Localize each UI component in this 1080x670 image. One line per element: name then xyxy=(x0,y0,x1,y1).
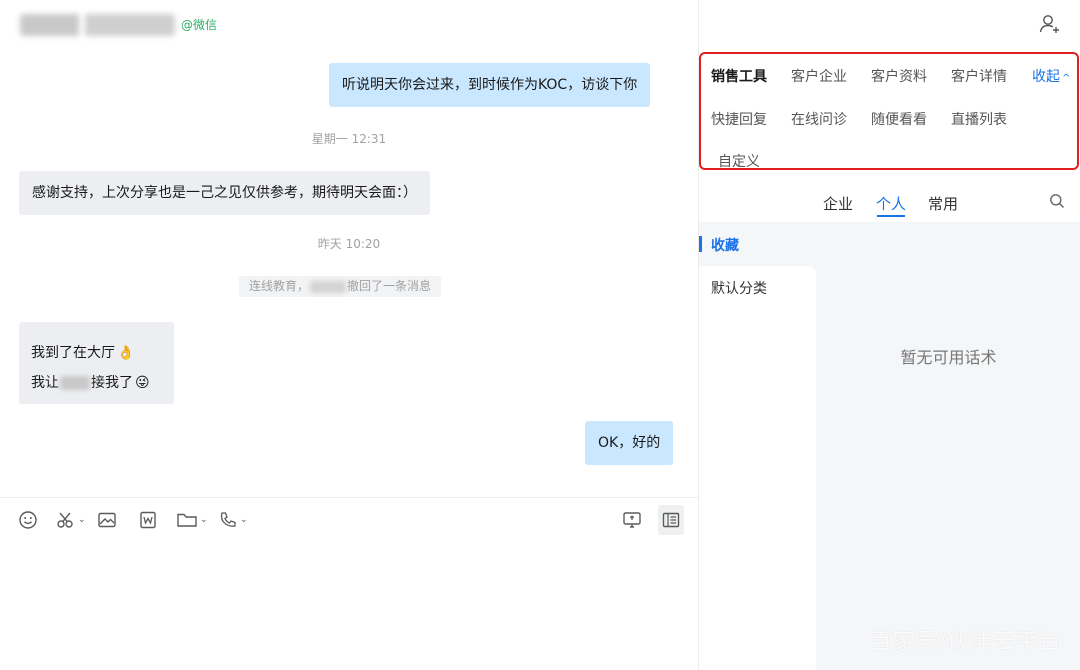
watermark: 百家号/伙伴云平台 xyxy=(869,630,1062,655)
category-list: 收藏 默认分类 xyxy=(699,222,816,670)
emoji-icon[interactable] xyxy=(18,505,38,535)
sales-tools-menu: 销售工具 客户企业 客户资料 客户详情 收起 ^ 快捷回复 在线问诊 随便看看 直… xyxy=(699,52,1079,170)
image-icon[interactable] xyxy=(97,505,117,535)
add-user-icon[interactable] xyxy=(1038,12,1062,40)
winking-tongue-emoji-icon: 😜 xyxy=(135,375,150,391)
tool-custom[interactable]: 自定义 xyxy=(718,151,760,171)
chevron-down-icon: ⌄ xyxy=(240,515,248,525)
message-line: 我到了在大厅 👌 xyxy=(31,338,162,368)
message-text: 听说明天你会过来，到时候作为KOC，访谈下你 xyxy=(342,77,638,93)
category-default-item[interactable]: 默认分类 xyxy=(699,266,816,670)
message-text: 感谢支持，上次分享也是一己之见仅供参考，期待明天会面：） xyxy=(32,185,417,201)
message-text: 接我了 xyxy=(91,375,133,391)
active-category-marker xyxy=(699,236,702,252)
scissors-icon[interactable]: ⌄ xyxy=(56,505,86,535)
message-line: 我让 接我了 😜 xyxy=(31,368,162,398)
tool-online-consult[interactable]: 在线问诊 xyxy=(791,109,847,129)
blurred-name xyxy=(60,376,90,390)
search-icon[interactable] xyxy=(1049,193,1065,213)
input-divider xyxy=(0,497,698,498)
folder-icon[interactable]: ⌄ xyxy=(176,505,208,535)
recall-notice: 连线教育， 撤回了一条消息 xyxy=(239,276,442,297)
message-text: 我到了在大厅 xyxy=(31,345,115,361)
tool-browse[interactable]: 随便看看 xyxy=(871,109,927,129)
timestamp: 昨天 10:20 xyxy=(317,237,381,251)
tool-customer-company[interactable]: 客户企业 xyxy=(791,66,847,86)
script-tabs: 企业 个人 常用 xyxy=(699,180,1080,222)
script-content-area: 暂无可用话术 xyxy=(816,222,1080,670)
tool-live-list[interactable]: 直播列表 xyxy=(951,109,1007,129)
contact-source-tag: @微信 xyxy=(181,18,218,32)
chevron-up-icon: ^ xyxy=(1062,73,1071,84)
chat-header: @微信 xyxy=(0,0,698,50)
tab-personal[interactable]: 个人 xyxy=(876,193,906,214)
tool-customer-profile[interactable]: 客户资料 xyxy=(871,66,927,86)
tool-sales-tools[interactable]: 销售工具 xyxy=(711,66,767,86)
category-default-label: 默认分类 xyxy=(711,281,767,297)
tool-quick-reply[interactable]: 快捷回复 xyxy=(711,109,767,129)
empty-state-text: 暂无可用话术 xyxy=(900,348,997,367)
recall-suffix: 撤回了一条消息 xyxy=(347,279,432,293)
message-text: 我让 xyxy=(31,375,59,391)
incoming-message[interactable]: 我到了在大厅 👌 我让 接我了 😜 xyxy=(19,322,174,404)
tab-enterprise[interactable]: 企业 xyxy=(823,193,853,214)
tab-common[interactable]: 常用 xyxy=(928,193,958,214)
active-tab-indicator xyxy=(877,215,905,217)
collapse-button[interactable]: 收起 ^ xyxy=(1032,66,1070,86)
chevron-down-icon: ⌄ xyxy=(200,515,208,525)
timestamp: 星期一 12:31 xyxy=(311,132,387,146)
word-doc-icon[interactable] xyxy=(138,505,158,535)
ok-hand-emoji-icon: 👌 xyxy=(117,345,135,361)
category-favorites[interactable]: 收藏 xyxy=(711,235,739,255)
incoming-message[interactable]: 感谢支持，上次分享也是一己之见仅供参考，期待明天会面：） xyxy=(19,171,430,215)
chevron-down-icon: ⌄ xyxy=(78,515,86,525)
collapse-label: 收起 xyxy=(1032,69,1060,85)
chat-pane: @微信 听说明天你会过来，到时候作为KOC，访谈下你 星期一 12:31 感谢支… xyxy=(0,0,698,670)
outgoing-message[interactable]: OK，好的 xyxy=(585,421,674,465)
phone-icon[interactable]: ⌄ xyxy=(218,505,248,535)
tool-customer-detail[interactable]: 客户详情 xyxy=(951,66,1007,86)
outgoing-message[interactable]: 听说明天你会过来，到时候作为KOC，访谈下你 xyxy=(329,63,651,107)
recall-prefix: 连线教育， xyxy=(249,279,310,293)
input-toolbar: ⌄ ⌄ ⌄ xyxy=(0,505,698,535)
message-text: OK，好的 xyxy=(598,435,661,451)
sidebar-panel-icon[interactable] xyxy=(658,505,684,535)
screen-share-icon[interactable] xyxy=(622,505,642,535)
contact-name-blurred xyxy=(20,14,175,36)
side-panel: 销售工具 客户企业 客户资料 客户详情 收起 ^ 快捷回复 在线问诊 随便看看 直… xyxy=(698,0,1080,670)
blurred-name xyxy=(310,280,347,293)
